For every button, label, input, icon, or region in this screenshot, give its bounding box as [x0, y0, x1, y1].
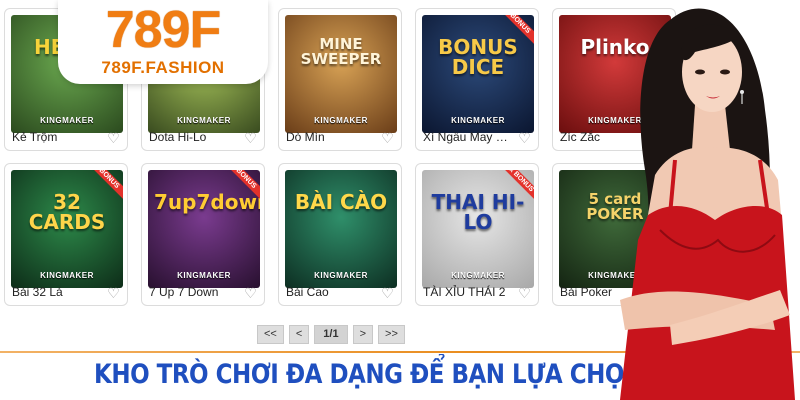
model-illustration — [620, 8, 795, 400]
game-title[interactable]: Kẻ Trộm — [12, 130, 104, 144]
logo-domain: 789F.FASHION — [101, 58, 225, 77]
game-card[interactable]: THAI HI-LO KINGMAKER 2x BONUS TÀI XỈU THÁI … — [415, 163, 539, 306]
heart-icon[interactable]: ♡ — [380, 286, 395, 301]
provider-label: KINGMAKER — [314, 116, 368, 125]
pagination: << < 1/1 > >> — [257, 325, 405, 345]
game-thumbnail[interactable]: BÀI CÀO KINGMAKER — [285, 170, 397, 288]
heart-icon[interactable]: ♡ — [106, 286, 121, 301]
game-title[interactable]: Xí Ngầu May Mắn — [423, 130, 515, 144]
game-card[interactable]: MINE SWEEPER KINGMAKER Dò Mìn ♡ — [278, 8, 402, 151]
heart-icon[interactable]: ♡ — [243, 131, 258, 146]
game-title[interactable]: Dota Hi-Lo — [149, 130, 241, 144]
game-art-title: THAI HI-LO — [431, 190, 525, 234]
game-art-title: BONUS DICE — [438, 35, 518, 79]
game-title[interactable]: 7 Up 7 Down — [149, 285, 241, 299]
heart-icon[interactable]: ♡ — [243, 286, 258, 301]
game-art-title: 7up7down — [154, 190, 260, 214]
heart-icon[interactable]: ♡ — [380, 131, 395, 146]
brand-logo[interactable]: 789F 789F.FASHION — [58, 0, 268, 84]
game-title[interactable]: Dò Mìn — [286, 130, 378, 144]
heart-icon[interactable]: ♡ — [517, 131, 532, 146]
game-card[interactable]: BONUS DICE KINGMAKER BONUS Xí Ngầu May Mắn ♡ — [415, 8, 539, 151]
game-title[interactable]: Bài Cao — [286, 285, 378, 299]
game-thumbnail[interactable]: THAI HI-LO KINGMAKER 2x BONUS — [422, 170, 534, 288]
game-title[interactable]: TÀI XỈU THÁI 2 — [423, 285, 515, 299]
provider-label: KINGMAKER — [451, 271, 505, 280]
game-art-title: 32 CARDS — [28, 190, 106, 234]
game-thumbnail[interactable]: BONUS DICE KINGMAKER BONUS — [422, 15, 534, 133]
game-card[interactable]: BÀI CÀO KINGMAKER Bài Cao ♡ — [278, 163, 402, 306]
prev-page-button[interactable]: < — [288, 325, 310, 344]
provider-label: KINGMAKER — [314, 271, 368, 280]
game-art-title: MINE SWEEPER — [300, 35, 382, 68]
game-thumbnail[interactable]: 7up7down KINGMAKER BONUS — [148, 170, 260, 288]
page-indicator: 1/1 — [314, 325, 348, 344]
game-card[interactable]: 7up7down KINGMAKER BONUS 7 Up 7 Down ♡ — [141, 163, 265, 306]
first-page-button[interactable]: << — [257, 325, 284, 344]
heart-icon[interactable]: ♡ — [517, 286, 532, 301]
game-title[interactable]: Bài 32 Lá — [12, 285, 104, 299]
next-page-button[interactable]: > — [352, 325, 374, 344]
game-card[interactable]: 32 CARDS KINGMAKER BONUS Bài 32 Lá ♡ — [4, 163, 128, 306]
provider-label: KINGMAKER — [177, 116, 231, 125]
last-page-button[interactable]: >> — [378, 325, 405, 344]
game-thumbnail[interactable]: MINE SWEEPER KINGMAKER — [285, 15, 397, 133]
provider-label: KINGMAKER — [40, 271, 94, 280]
provider-label: KINGMAKER — [40, 116, 94, 125]
provider-label: KINGMAKER — [177, 271, 231, 280]
logo-wordmark: 789F — [105, 1, 222, 59]
game-thumbnail[interactable]: 32 CARDS KINGMAKER BONUS — [11, 170, 123, 288]
game-art-title: BÀI CÀO — [294, 190, 388, 214]
promo-headline: KHO TRÒ CHƠI ĐA DẠNG ĐỂ BẠN LỰA CHỌN — [94, 360, 643, 390]
provider-label: KINGMAKER — [451, 116, 505, 125]
heart-icon[interactable]: ♡ — [106, 131, 121, 146]
